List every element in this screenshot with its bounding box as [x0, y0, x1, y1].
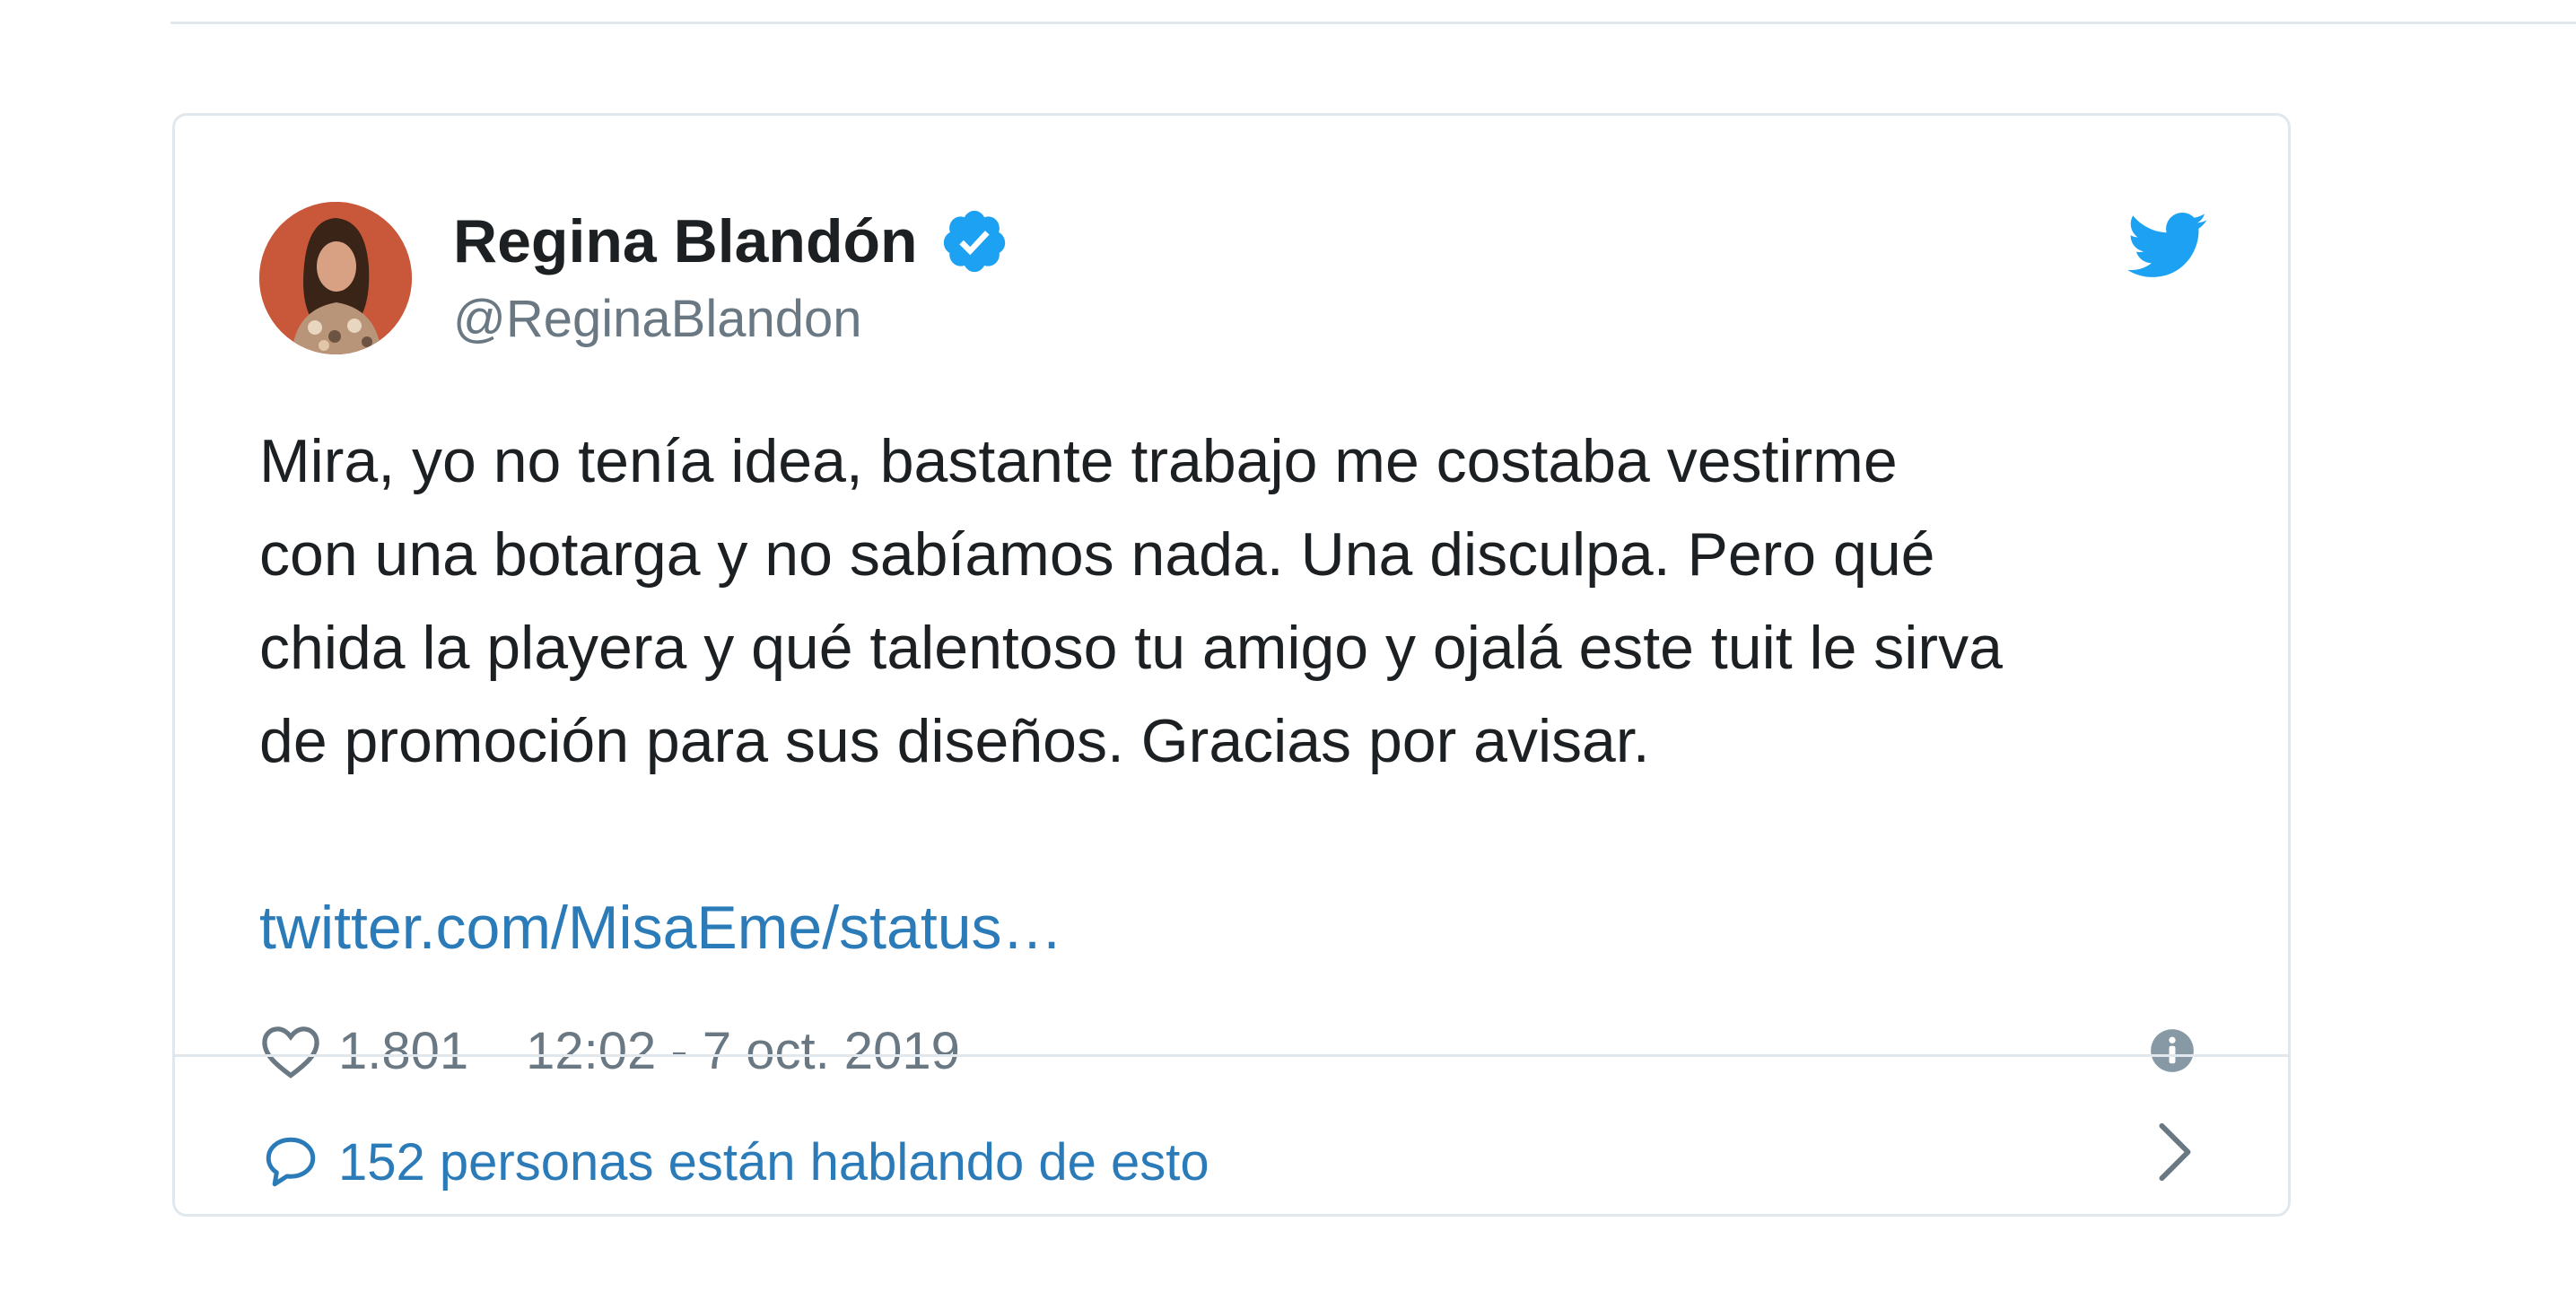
verified-badge-icon: [943, 210, 1005, 273]
author-handle[interactable]: @ReginaBlandon: [453, 288, 862, 351]
heart-icon[interactable]: [259, 1022, 322, 1079]
avatar[interactable]: [259, 202, 412, 354]
conversation-link[interactable]: 152 personas están hablando de esto: [259, 1113, 1209, 1210]
conversation-text: 152 personas están hablando de esto: [338, 1132, 1209, 1192]
author-row: Regina Blandón: [453, 205, 1009, 277]
like-count: 1.801: [338, 1021, 469, 1080]
tweet-text: Mira, yo no tenía idea, bastante trabajo…: [259, 427, 2003, 775]
author-name[interactable]: Regina Blandón: [453, 205, 918, 277]
info-icon[interactable]: [2149, 1027, 2196, 1074]
reply-bubble-icon: [266, 1137, 316, 1187]
footer-divider: [175, 1054, 2288, 1057]
chevron-right-icon[interactable]: [2152, 1121, 2197, 1183]
tweet-meta: 1.801 12:02 - 7 oct. 2019: [259, 1015, 960, 1087]
tweet-card[interactable]: Regina Blandón @ReginaBlandon Mira, yo n…: [172, 113, 2291, 1217]
top-divider: [170, 22, 2576, 24]
twitter-bird-icon[interactable]: [2127, 210, 2208, 282]
tweet-timestamp[interactable]: 12:02 - 7 oct. 2019: [526, 1021, 960, 1081]
tweet-link[interactable]: twitter.com/MisaEme/status…: [259, 881, 1063, 974]
page: Regina Blandón @ReginaBlandon Mira, yo n…: [0, 0, 2576, 1292]
